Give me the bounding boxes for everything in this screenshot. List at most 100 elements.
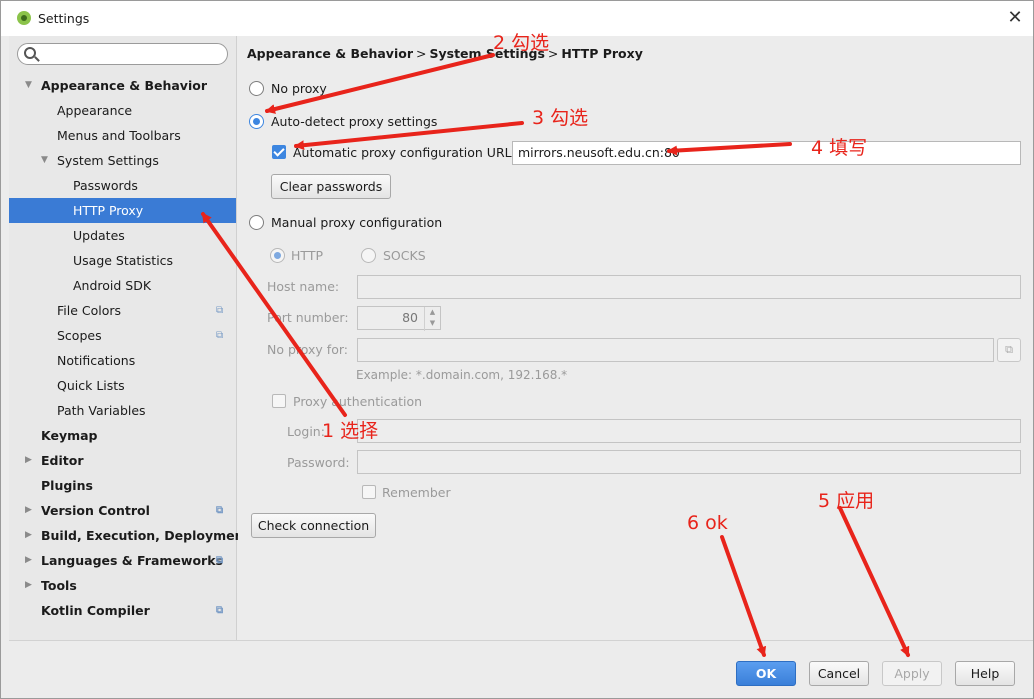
sidebar-item-label: Keymap <box>41 428 98 443</box>
search-input[interactable] <box>17 43 228 65</box>
sidebar-item-label: Notifications <box>57 353 136 368</box>
project-scope-icon: ⧉ <box>216 505 224 516</box>
sidebar-item[interactable]: Scopes ⧉ <box>9 323 236 348</box>
check-connection-button[interactable]: Check connection <box>251 513 376 538</box>
sidebar-item[interactable]: ▼ System Settings <box>9 148 236 173</box>
auto-config-url-checkbox[interactable] <box>272 145 286 159</box>
sidebar-item-label: Quick Lists <box>57 378 125 393</box>
help-button[interactable]: Help <box>955 661 1015 686</box>
auto-config-url-label: Automatic proxy configuration URL: <box>293 145 516 160</box>
host-name-label: Host name: <box>267 279 340 294</box>
sidebar-item[interactable]: Passwords <box>9 173 236 198</box>
breadcrumb-item: HTTP Proxy <box>561 46 643 61</box>
expand-field-button[interactable]: ⧉ <box>997 338 1021 362</box>
no-proxy-radio[interactable] <box>249 81 264 96</box>
proxy-panel: Appearance & Behavior > System Settings > HT… <box>238 36 1033 640</box>
remember-checkbox[interactable] <box>362 485 376 499</box>
sidebar-item[interactable]: Path Variables <box>9 398 236 423</box>
sidebar-item-label: Appearance & Behavior <box>41 78 207 93</box>
expand-icon: ⧉ <box>1005 343 1013 356</box>
port-number-stepper[interactable]: 80 ▲ ▼ <box>357 306 441 331</box>
no-proxy-for-field[interactable] <box>357 338 994 362</box>
auto-detect-radio[interactable] <box>249 114 264 129</box>
sidebar-item-label: System Settings <box>57 153 159 168</box>
sidebar-item[interactable]: ▶ Editor <box>9 448 236 473</box>
host-name-field[interactable] <box>357 275 1021 299</box>
stepper-arrows-icon[interactable]: ▲ ▼ <box>424 307 440 331</box>
sidebar-item[interactable]: Notifications <box>9 348 236 373</box>
manual-proxy-radio[interactable] <box>249 215 264 230</box>
project-scope-icon: ⧉ <box>216 330 224 341</box>
sidebar-item-label: Build, Execution, Deployment <box>41 528 250 543</box>
sidebar-item-label: Scopes <box>57 328 102 343</box>
breadcrumb-item: Appearance & Behavior <box>247 46 413 61</box>
breadcrumb-separator: > <box>416 46 427 61</box>
apply-button[interactable]: Apply <box>882 661 942 686</box>
annotation-step4: 4 填写 <box>811 137 868 159</box>
sidebar-item-label: Path Variables <box>57 403 146 418</box>
settings-sidebar: ▼ Appearance & Behavior Appearance Menus an… <box>9 36 249 640</box>
window-title: Settings <box>38 11 90 26</box>
annotation-step3: 3 勾选 <box>532 107 589 129</box>
cancel-button[interactable]: Cancel <box>809 661 869 686</box>
sidebar-item-label: Appearance <box>57 103 133 118</box>
settings-tree: ▼ Appearance & Behavior Appearance Menus an… <box>9 73 249 623</box>
sidebar-item-label: File Colors <box>57 303 122 318</box>
sidebar-item-label: Passwords <box>73 178 138 193</box>
port-number-label: Port number: <box>267 310 349 325</box>
login-label: Login: <box>287 424 325 439</box>
proxy-auth-label: Proxy authentication <box>293 394 423 409</box>
sidebar-item[interactable]: ▶ Languages & Frameworks ⧉ <box>9 548 236 573</box>
sidebar-item[interactable]: Usage Statistics <box>9 248 236 273</box>
ok-button[interactable]: OK <box>736 661 796 686</box>
dialog-footer: OK Cancel Apply Help <box>9 640 1033 698</box>
socks-label: SOCKS <box>383 248 426 263</box>
auto-config-url-field[interactable]: mirrors.neusoft.edu.cn:80 <box>512 141 1021 165</box>
login-field[interactable] <box>357 419 1021 443</box>
sidebar-item[interactable]: Updates <box>9 223 236 248</box>
android-studio-icon <box>17 11 31 25</box>
sidebar-item[interactable]: Quick Lists <box>9 373 236 398</box>
sidebar-item-label: Tools <box>41 578 77 593</box>
project-scope-icon: ⧉ <box>216 605 224 616</box>
expand-right-icon[interactable]: ▶ <box>25 523 32 548</box>
clear-passwords-button[interactable]: Clear passwords <box>271 174 391 199</box>
expand-right-icon[interactable]: ▶ <box>25 548 32 573</box>
http-radio[interactable] <box>270 248 285 263</box>
no-proxy-label: No proxy <box>271 81 327 96</box>
example-hint: Example: *.domain.com, 192.168.* <box>356 368 568 382</box>
project-scope-icon: ⧉ <box>216 305 224 316</box>
remember-label: Remember <box>382 485 451 500</box>
sidebar-item-label: Android SDK <box>73 278 152 293</box>
no-proxy-for-label: No proxy for: <box>267 342 348 357</box>
expand-right-icon[interactable]: ▶ <box>25 498 32 523</box>
sidebar-item[interactable]: Keymap <box>9 423 236 448</box>
sidebar-item-label: Editor <box>41 453 84 468</box>
annotation-step6: 6 ok <box>687 512 728 534</box>
sidebar-item[interactable]: ▼ Appearance & Behavior <box>9 73 236 98</box>
sidebar-item[interactable]: Kotlin Compiler ⧉ <box>9 598 236 623</box>
sidebar-item-label: Plugins <box>41 478 93 493</box>
search-icon <box>24 47 36 59</box>
expand-down-icon[interactable]: ▼ <box>25 73 32 98</box>
sidebar-item[interactable]: Plugins <box>9 473 236 498</box>
breadcrumb: Appearance & Behavior > System Settings > HT… <box>247 46 643 61</box>
password-field[interactable] <box>357 450 1021 474</box>
expand-right-icon[interactable]: ▶ <box>25 573 32 598</box>
close-button[interactable]: ✕ <box>1001 6 1029 30</box>
socks-radio[interactable] <box>361 248 376 263</box>
sidebar-item[interactable]: File Colors ⧉ <box>9 298 236 323</box>
expand-down-icon[interactable]: ▼ <box>41 148 48 173</box>
http-label: HTTP <box>291 248 323 263</box>
sidebar-item[interactable]: Appearance <box>9 98 236 123</box>
sidebar-item[interactable]: HTTP Proxy <box>9 198 236 223</box>
sidebar-item[interactable]: ▶ Build, Execution, Deployment <box>9 523 249 548</box>
sidebar-item[interactable]: Menus and Toolbars <box>9 123 236 148</box>
proxy-auth-checkbox[interactable] <box>272 394 286 408</box>
sidebar-item[interactable]: Android SDK <box>9 273 236 298</box>
expand-right-icon[interactable]: ▶ <box>25 448 32 473</box>
sidebar-item-label: Usage Statistics <box>73 253 174 268</box>
sidebar-item[interactable]: ▶ Version Control ⧉ <box>9 498 236 523</box>
sidebar-item[interactable]: ▶ Tools <box>9 573 236 598</box>
sidebar-item-label: Menus and Toolbars <box>57 128 181 143</box>
